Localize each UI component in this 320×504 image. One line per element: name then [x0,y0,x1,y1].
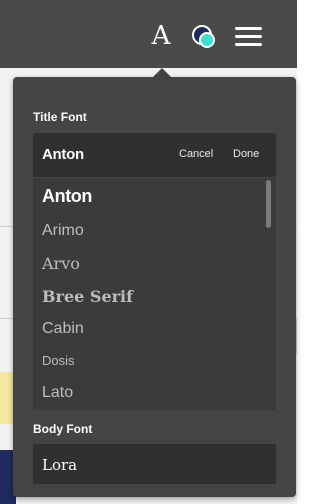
done-button[interactable]: Done [233,148,259,160]
body-font-selector[interactable]: Lora [33,444,276,484]
list-scrollbar[interactable] [266,178,274,410]
title-font-list[interactable]: Anton Arimo Arvo Bree Serif Cabin Dosis … [33,178,276,410]
cancel-button[interactable]: Cancel [179,148,213,160]
font-option-arvo[interactable]: Arvo [42,251,80,277]
body-font-current: Lora [42,456,78,474]
theme-color-icon[interactable] [191,24,217,50]
list-scrollbar-thumb[interactable] [266,180,271,228]
font-option-arimo[interactable]: Arimo [42,218,84,244]
title-font-selector[interactable]: Anton Cancel Done [33,133,276,177]
font-settings-icon[interactable]: A [151,22,171,50]
font-option-lato[interactable]: Lato [42,380,73,406]
font-option-dosis[interactable]: Dosis [42,348,75,374]
font-option-cabin[interactable]: Cabin [42,316,84,342]
title-font-current: Anton [42,146,84,163]
title-font-label: Title Font [33,110,87,124]
font-option-anton[interactable]: Anton [42,183,92,209]
hamburger-menu-icon[interactable] [235,27,262,46]
font-popover: Title Font Anton Cancel Done Anton Arimo… [13,77,296,497]
body-font-label: Body Font [33,422,93,436]
font-option-bree-serif[interactable]: Bree Serif [42,284,133,310]
